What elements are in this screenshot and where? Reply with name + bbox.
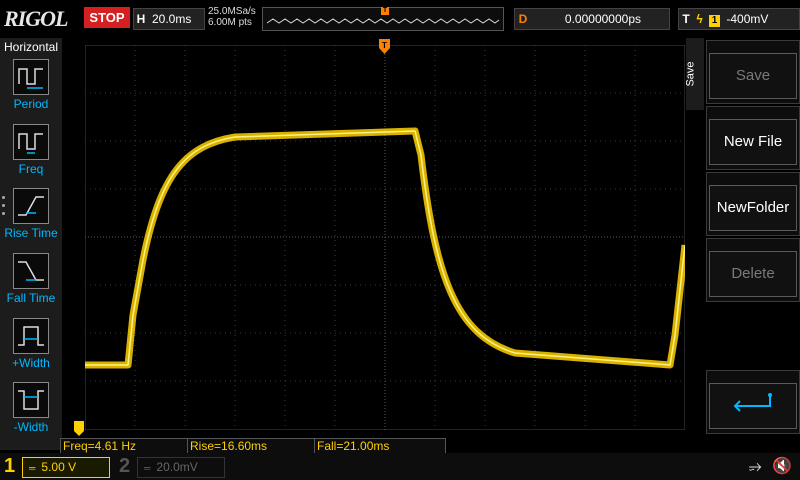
- fall-time-icon: [13, 253, 49, 289]
- channel-2-number: 2: [119, 455, 131, 477]
- trigger-source: 1: [709, 15, 721, 27]
- delay-value: 0.00000000ps: [564, 12, 641, 26]
- save-menu: Save Save New File NewFolder Delete: [684, 38, 800, 450]
- dc-coupling-icon: ═: [144, 463, 151, 473]
- trigger-level: -400mV: [726, 12, 769, 26]
- new-folder-button-label: NewFolder: [709, 185, 797, 231]
- channel-1-scale-box: ═ 5.00 V: [22, 457, 110, 478]
- freq-icon: [13, 124, 49, 160]
- measurement-freq[interactable]: Freq=4.61 Hz: [60, 438, 188, 454]
- status-icons: ⭌ 🔇: [743, 456, 792, 476]
- waveform-display[interactable]: [85, 45, 685, 430]
- save-button-label: Save: [709, 53, 797, 99]
- rising-edge-icon: ϟ: [696, 12, 703, 26]
- return-arrow-icon: [733, 393, 772, 412]
- return-button-face: [709, 383, 797, 429]
- overview-trigger-marker: T: [381, 7, 389, 15]
- sidebar-item-label: Freq: [18, 162, 44, 176]
- sidebar-item-rise-time[interactable]: Rise Time: [0, 188, 62, 250]
- new-folder-button[interactable]: NewFolder: [706, 172, 800, 236]
- sidebar-item-period[interactable]: Period: [0, 59, 62, 121]
- top-status-bar: RIGOL STOP H 20.0ms 25.0MSa/s 6.00M pts T…: [0, 0, 800, 38]
- channel-2-scale: 20.0mV: [156, 460, 198, 474]
- channel-2-scale-box: ═ 20.0mV: [137, 457, 225, 478]
- sidebar-item-positive-width[interactable]: +Width: [0, 318, 62, 380]
- sidebar-item-label: Period: [13, 97, 49, 111]
- timebase-box[interactable]: H 20.0ms: [133, 8, 205, 30]
- channel-1-indicator[interactable]: 1 ═ 5.00 V: [0, 453, 110, 480]
- sidebar-title: Horizontal: [3, 40, 59, 54]
- delete-button-label: Delete: [709, 251, 797, 297]
- delay-box[interactable]: D 0.00000000ps: [514, 8, 670, 30]
- save-button[interactable]: Save: [706, 40, 800, 104]
- timebase-key: H: [136, 12, 146, 26]
- sidebar-item-label: +Width: [12, 356, 50, 370]
- trigger-key: T: [682, 12, 690, 26]
- acquisition-info: 25.0MSa/s 6.00M pts: [208, 6, 256, 28]
- delete-button[interactable]: Delete: [706, 238, 800, 302]
- timebase-value: 20.0ms: [152, 12, 192, 26]
- sidebar-item-label: Fall Time: [6, 291, 56, 305]
- mute-icon[interactable]: 🔇: [772, 458, 792, 475]
- trigger-box[interactable]: T ϟ 1 -400mV: [678, 8, 800, 30]
- channel-1-number: 1: [4, 455, 16, 477]
- waveform-overview[interactable]: T: [262, 7, 504, 31]
- measurement-rise[interactable]: Rise=16.60ms: [187, 438, 315, 454]
- sidebar-item-negative-width[interactable]: -Width: [0, 382, 62, 444]
- measurement-fall[interactable]: Fall=21.00ms: [314, 438, 446, 454]
- negative-width-icon: [13, 382, 49, 418]
- sample-rate: 25.0MSa/s: [208, 6, 256, 17]
- memory-depth: 6.00M pts: [208, 17, 252, 28]
- run-stop-indicator[interactable]: STOP: [84, 7, 130, 28]
- new-file-button[interactable]: New File: [706, 106, 800, 170]
- sidebar-item-label: Rise Time: [4, 226, 58, 240]
- delay-key: D: [518, 12, 528, 26]
- svg-text:T: T: [382, 41, 387, 50]
- menu-tab: Save: [684, 38, 704, 110]
- graticule: [85, 45, 685, 430]
- period-icon: [13, 59, 49, 95]
- usb-icon: ⭌: [748, 458, 762, 475]
- channel-bar: 1 ═ 5.00 V 2 ═ 20.0mV ⭌ 🔇: [0, 453, 800, 480]
- positive-width-icon: [13, 318, 49, 354]
- trigger-position-marker[interactable]: T: [379, 39, 390, 55]
- sidebar-item-freq[interactable]: Freq: [0, 124, 62, 186]
- measure-sidebar: Horizontal Period Freq Rise Time Fall Ti…: [0, 38, 62, 450]
- sidebar-item-fall-time[interactable]: Fall Time: [0, 253, 62, 315]
- menu-tab-label: Save: [684, 61, 697, 87]
- rise-time-icon: [13, 188, 49, 224]
- new-file-button-label: New File: [709, 119, 797, 165]
- ch1-ground-marker[interactable]: [74, 421, 84, 437]
- return-button[interactable]: [706, 370, 800, 434]
- channel-2-indicator[interactable]: 2 ═ 20.0mV: [115, 453, 225, 480]
- channel-1-scale: 5.00 V: [41, 460, 77, 474]
- dc-coupling-icon: ═: [29, 463, 36, 473]
- sidebar-item-label: -Width: [13, 420, 49, 434]
- brand-logo: RIGOL: [4, 6, 68, 31]
